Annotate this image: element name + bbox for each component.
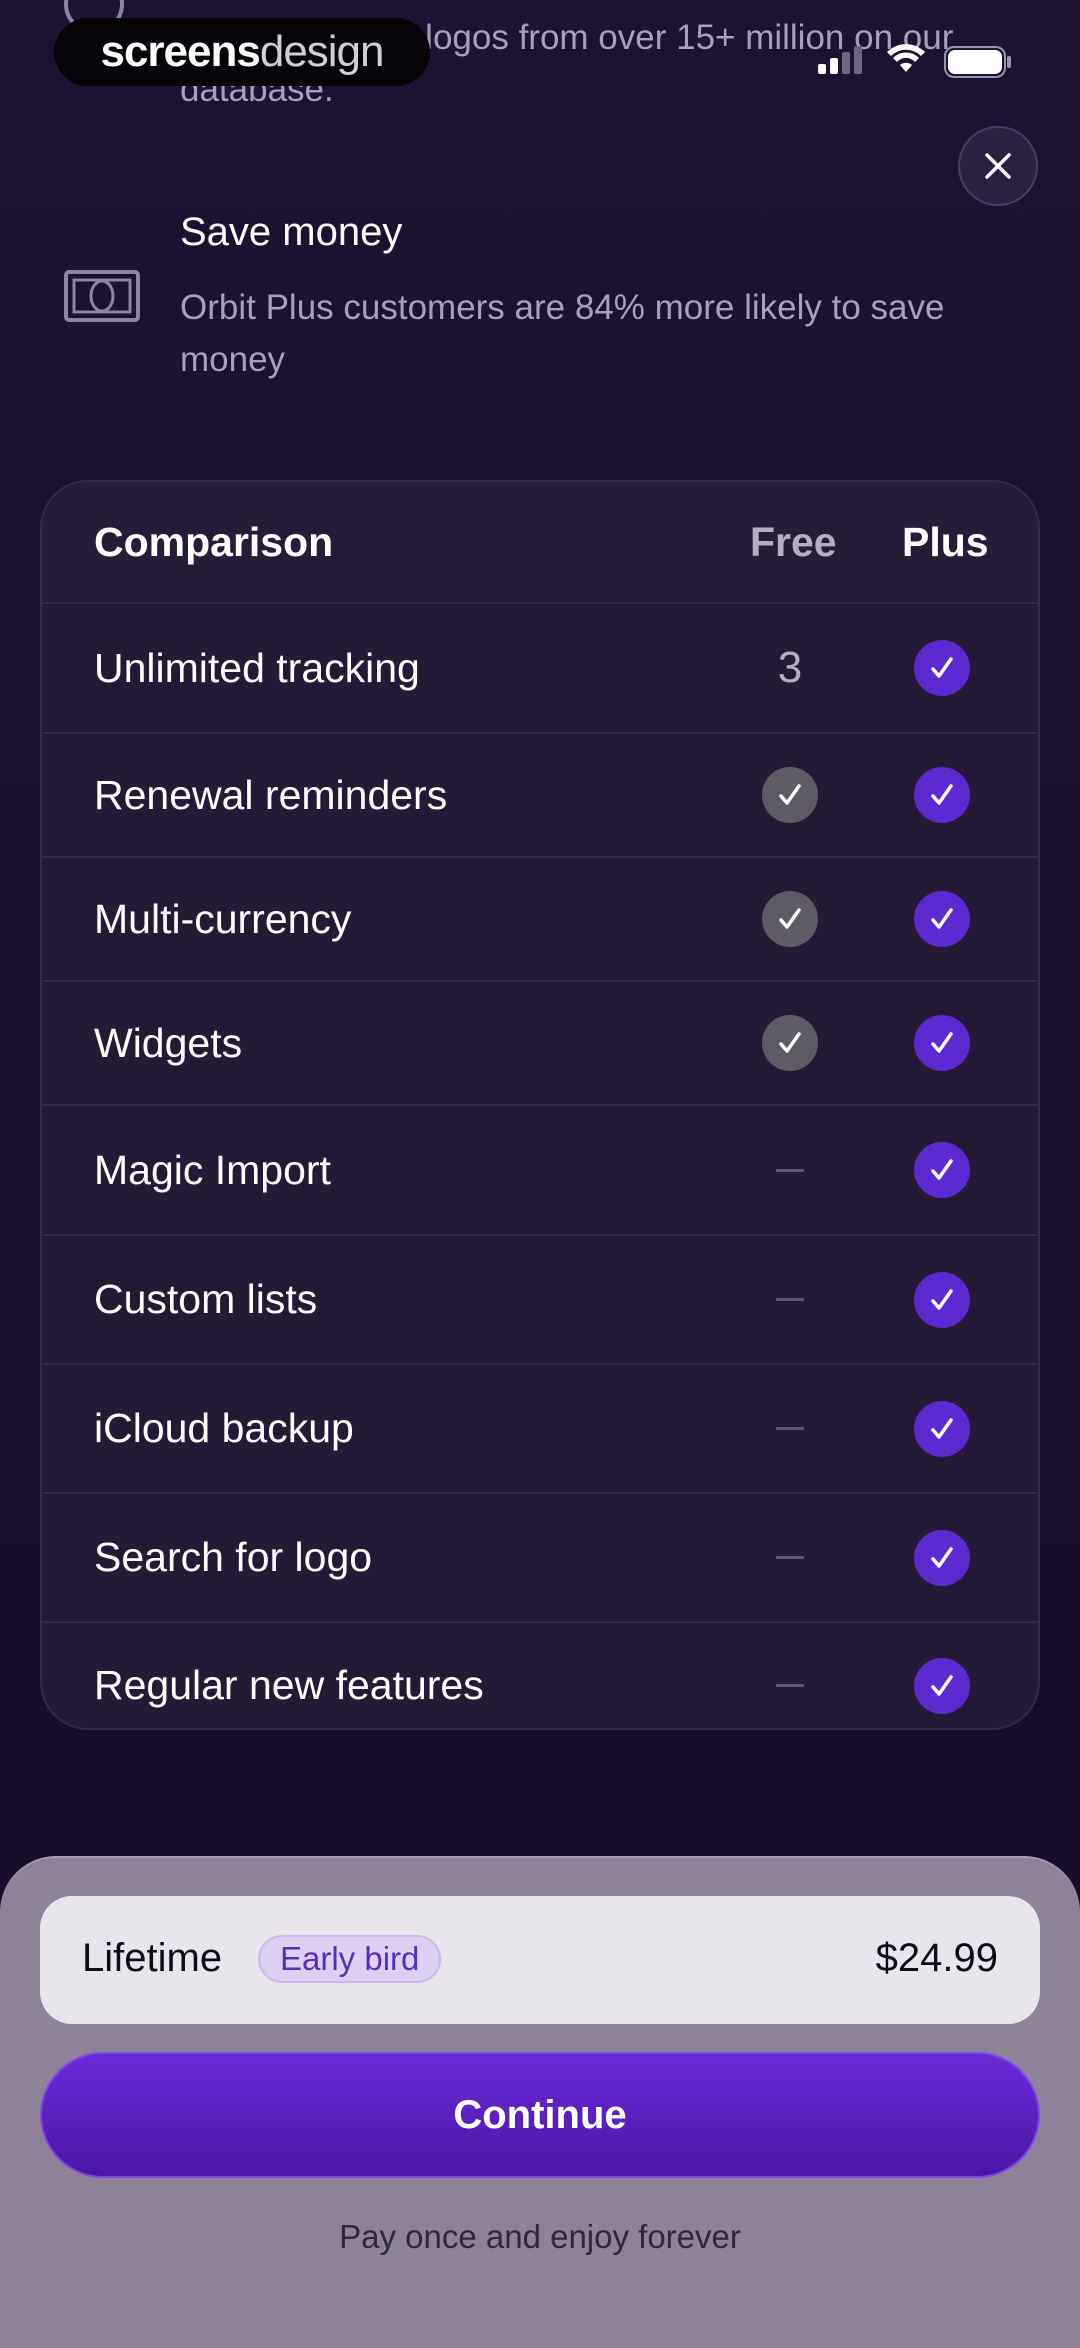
free-column-header: Free — [750, 518, 837, 565]
free-check-icon — [762, 1015, 818, 1071]
plus-check-icon — [914, 1142, 970, 1198]
comparison-card: Comparison Free Plus Unlimited tracking 3… — [40, 480, 1040, 1730]
plus-check-icon — [914, 1529, 970, 1586]
feature-label: Regular new features — [94, 1662, 484, 1708]
free-dash-icon — [762, 1272, 818, 1328]
free-check-icon — [762, 767, 818, 823]
feature-label: Multi-currency — [94, 895, 352, 942]
comparison-row: Unlimited tracking 3 — [42, 604, 1038, 734]
plus-check-icon — [914, 1015, 970, 1071]
comparison-row: Regular new features — [42, 1623, 1038, 1728]
free-dash-icon — [762, 1401, 818, 1457]
plus-check-icon — [914, 891, 970, 947]
plan-price: $24.99 — [875, 1936, 998, 1980]
plus-check-icon — [914, 1400, 970, 1457]
feature-label: Custom lists — [94, 1276, 318, 1322]
free-dash-icon — [762, 1142, 818, 1198]
plus-check-icon — [914, 1271, 970, 1328]
free-check-icon — [762, 891, 818, 947]
feature-label: Widgets — [94, 1019, 243, 1066]
comparison-rows: Unlimited tracking 3 Renewal reminders Mult… — [42, 604, 1038, 1728]
feature-label: Unlimited tracking — [94, 644, 420, 691]
feature-description: Orbit Plus customers are 84% more likely… — [180, 288, 945, 379]
free-dash-icon — [762, 1658, 818, 1714]
battery-icon — [944, 46, 1011, 78]
comparison-row: Magic Import — [42, 1106, 1038, 1236]
signal-icon — [818, 46, 862, 74]
brand-text-bold: screens — [100, 27, 260, 76]
free-dash-icon — [762, 1530, 818, 1586]
plus-column-header: Plus — [902, 518, 989, 565]
comparison-title: Comparison — [94, 518, 334, 565]
early-bird-badge: Early bird — [258, 1935, 442, 1983]
feature-label: Magic Import — [94, 1146, 331, 1193]
free-limit-value: 3 — [762, 640, 818, 696]
wifi-icon — [887, 44, 925, 72]
feature-label: Search for logo — [94, 1534, 373, 1580]
comparison-row: iCloud backup — [42, 1365, 1038, 1494]
feature-title: Save money — [180, 210, 403, 254]
close-button[interactable] — [958, 126, 1038, 206]
comparison-row: Renewal reminders — [42, 734, 1038, 858]
brand-text-light: design — [259, 27, 385, 76]
feature-label: iCloud backup — [94, 1405, 354, 1451]
plus-check-icon — [914, 767, 970, 823]
comparison-row: Widgets — [42, 982, 1038, 1106]
feature-label: Renewal reminders — [94, 771, 448, 818]
close-icon — [985, 153, 1011, 179]
plus-check-icon — [914, 640, 970, 696]
plus-check-icon — [914, 1657, 970, 1714]
brand-watermark: screens design — [54, 18, 430, 86]
plan-name: Lifetime — [82, 1936, 223, 1980]
continue-button[interactable]: Continue — [40, 2052, 1040, 2178]
comparison-row: Multi-currency — [42, 858, 1038, 982]
comparison-header: Comparison Free Plus — [42, 482, 1038, 604]
free-limit-number: 3 — [777, 643, 803, 692]
comparison-row: Custom lists — [42, 1236, 1038, 1365]
banknote-icon — [64, 270, 140, 322]
footnote-text: Pay once and enjoy forever — [339, 2218, 741, 2255]
comparison-row: Search for logo — [42, 1494, 1038, 1623]
